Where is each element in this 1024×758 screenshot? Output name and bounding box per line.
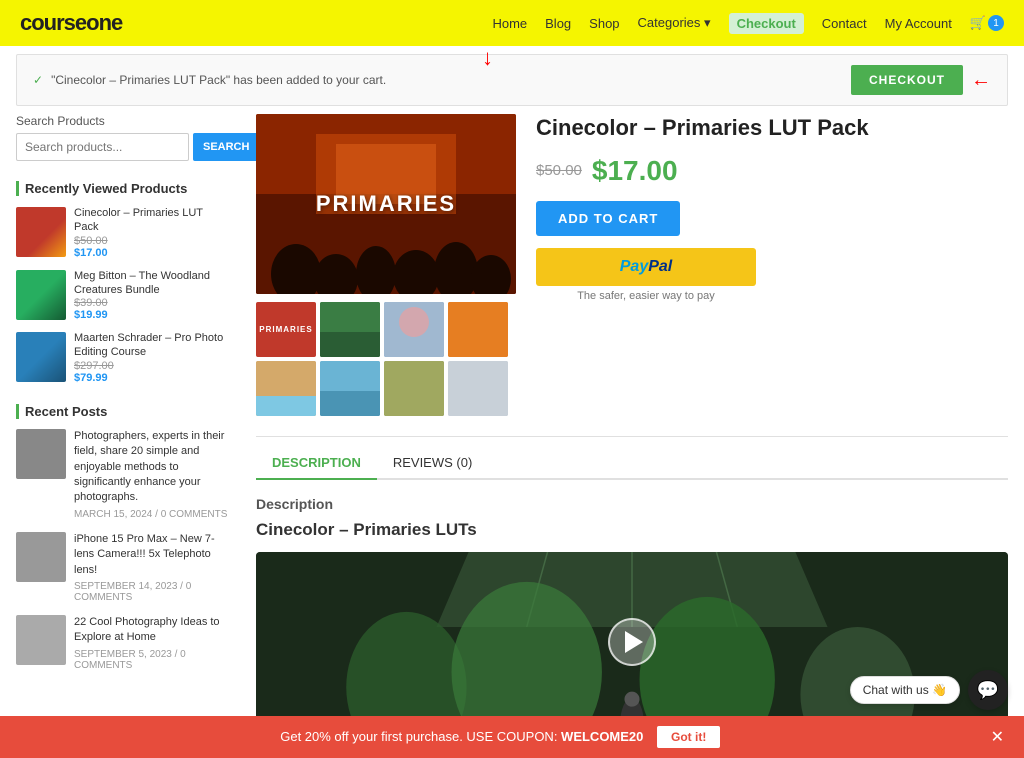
rv-price-old-1: $50.00 <box>74 235 230 247</box>
rv-price-old-3: $297.00 <box>74 360 230 372</box>
rp-thumb-3 <box>16 615 66 665</box>
rv-thumb-3 <box>16 332 66 382</box>
price-row: $50.00 $17.00 <box>536 155 1008 187</box>
chat-label: Chat with us 👋 <box>850 676 960 704</box>
checkout-bar-arrow: ← <box>971 69 991 92</box>
tab-bar: DESCRIPTION REVIEWS (0) <box>256 447 1008 480</box>
paypal-label: PayPal <box>620 258 672 276</box>
product-details: Cinecolor – Primaries LUT Pack $50.00 $1… <box>536 114 1008 416</box>
thumb-1[interactable]: PRIMARIES <box>256 302 316 357</box>
nav-my-account[interactable]: My Account <box>885 16 952 31</box>
search-row: SEARCH <box>16 133 230 161</box>
list-item[interactable]: 22 Cool Photography Ideas to Explore at … <box>16 615 230 671</box>
search-section: Search Products SEARCH <box>16 114 230 161</box>
coupon-code: WELCOME20 <box>561 729 643 744</box>
check-icon: ✓ <box>33 73 43 87</box>
price-new: $17.00 <box>592 155 678 187</box>
video-play-button[interactable] <box>608 618 656 666</box>
header: courseone Home Blog Shop Categories ▾ Ch… <box>0 0 1024 46</box>
add-to-cart-button[interactable]: ADD TO CART <box>536 201 680 236</box>
thumb-6[interactable] <box>320 361 380 416</box>
list-item[interactable]: iPhone 15 Pro Max – New 7-lens Camera!!!… <box>16 532 230 603</box>
product-top: SALE! 🔍 <box>256 114 1008 416</box>
nav-contact[interactable]: Contact <box>822 16 867 31</box>
main-product-image: SALE! 🔍 <box>256 114 516 294</box>
recent-posts-section: Recent Posts Photographers, experts in t… <box>16 404 230 671</box>
rp-meta-3: SEPTEMBER 5, 2023 / 0 COMMENTS <box>74 649 230 671</box>
search-input[interactable] <box>16 133 189 161</box>
thumb-7[interactable] <box>384 361 444 416</box>
chat-widget: Chat with us 👋 💬 <box>850 670 1008 710</box>
sidebar: Search Products SEARCH Recently Viewed P… <box>16 114 246 732</box>
thumb-2[interactable] <box>320 302 380 357</box>
rv-price-old-2: $39.00 <box>74 297 230 309</box>
banner-text: Get 20% off your first purchase. USE COU… <box>20 726 981 748</box>
got-it-button[interactable]: Got it! <box>657 726 720 748</box>
rp-meta-1: MARCH 15, 2024 / 0 COMMENTS <box>74 509 230 520</box>
rp-thumb-1 <box>16 429 66 479</box>
main-image-label: PRIMARIES <box>316 191 456 217</box>
rv-thumb-2 <box>16 270 66 320</box>
chat-button[interactable]: 💬 <box>968 670 1008 710</box>
site-logo[interactable]: courseone <box>20 10 122 36</box>
nav-checkout[interactable]: Checkout <box>729 13 804 34</box>
recent-posts-title: Recent Posts <box>16 404 230 419</box>
product-area: SALE! 🔍 <box>246 114 1008 732</box>
cart-message: ✓ "Cinecolor – Primaries LUT Pack" has b… <box>33 73 386 87</box>
nav-categories[interactable]: Categories ▾ <box>638 15 711 31</box>
product-title: Cinecolor – Primaries LUT Pack <box>536 114 1008 143</box>
rv-thumb-1 <box>16 207 66 257</box>
rp-title-2: iPhone 15 Pro Max – New 7-lens Camera!!!… <box>74 532 230 578</box>
rv-price-new-2: $19.99 <box>74 309 230 321</box>
list-item[interactable]: Meg Bitton – The Woodland Creatures Bund… <box>16 269 230 322</box>
rp-title-1: Photographers, experts in their field, s… <box>74 429 230 506</box>
description-heading2: Cinecolor – Primaries LUTs <box>256 520 1008 540</box>
main-nav: Home Blog Shop Categories ▾ Checkout Con… <box>492 13 1004 34</box>
search-label: Search Products <box>16 114 230 128</box>
thumb-4[interactable] <box>448 302 508 357</box>
rp-title-3: 22 Cool Photography Ideas to Explore at … <box>74 615 230 646</box>
product-images: SALE! 🔍 <box>256 114 516 416</box>
list-item[interactable]: Maarten Schrader – Pro Photo Editing Cou… <box>16 331 230 384</box>
tab-reviews[interactable]: REVIEWS (0) <box>377 447 488 480</box>
rp-thumb-2 <box>16 532 66 582</box>
rv-price-new-3: $79.99 <box>74 372 230 384</box>
checkout-button[interactable]: CHECKOUT <box>851 65 963 95</box>
nav-home[interactable]: Home <box>492 16 527 31</box>
main-content: Search Products SEARCH Recently Viewed P… <box>0 114 1024 732</box>
bottom-banner: Get 20% off your first purchase. USE COU… <box>0 716 1024 758</box>
checkout-arrow: ↓ <box>482 45 493 71</box>
price-old: $50.00 <box>536 162 582 179</box>
description-heading1: Description <box>256 496 1008 512</box>
list-item[interactable]: Photographers, experts in their field, s… <box>16 429 230 520</box>
list-item[interactable]: Cinecolor – Primaries LUT Pack $50.00 $1… <box>16 206 230 259</box>
cart-notification: ✓ "Cinecolor – Primaries LUT Pack" has b… <box>16 54 1008 106</box>
rv-name-1: Cinecolor – Primaries LUT Pack <box>74 206 230 235</box>
nav-shop[interactable]: Shop <box>589 16 619 31</box>
thumb-5[interactable] <box>256 361 316 416</box>
tab-description[interactable]: DESCRIPTION <box>256 447 377 480</box>
rp-meta-2: SEPTEMBER 14, 2023 / 0 COMMENTS <box>74 581 230 603</box>
cart-icon[interactable]: 🛒1 <box>970 15 1004 31</box>
recently-viewed-title: Recently Viewed Products <box>16 181 230 196</box>
thumb-8[interactable] <box>448 361 508 416</box>
rv-price-new-1: $17.00 <box>74 247 230 259</box>
rv-name-2: Meg Bitton – The Woodland Creatures Bund… <box>74 269 230 298</box>
close-banner-button[interactable]: ✕ <box>991 727 1004 747</box>
thumbnail-grid: PRIMARIES <box>256 302 516 416</box>
paypal-button[interactable]: PayPal <box>536 248 756 286</box>
thumb-3[interactable] <box>384 302 444 357</box>
rv-name-3: Maarten Schrader – Pro Photo Editing Cou… <box>74 331 230 360</box>
cart-count: 1 <box>988 15 1004 31</box>
recently-viewed-section: Recently Viewed Products Cinecolor – Pri… <box>16 181 230 384</box>
nav-blog[interactable]: Blog <box>545 16 571 31</box>
paypal-tagline: The safer, easier way to pay <box>536 290 756 302</box>
